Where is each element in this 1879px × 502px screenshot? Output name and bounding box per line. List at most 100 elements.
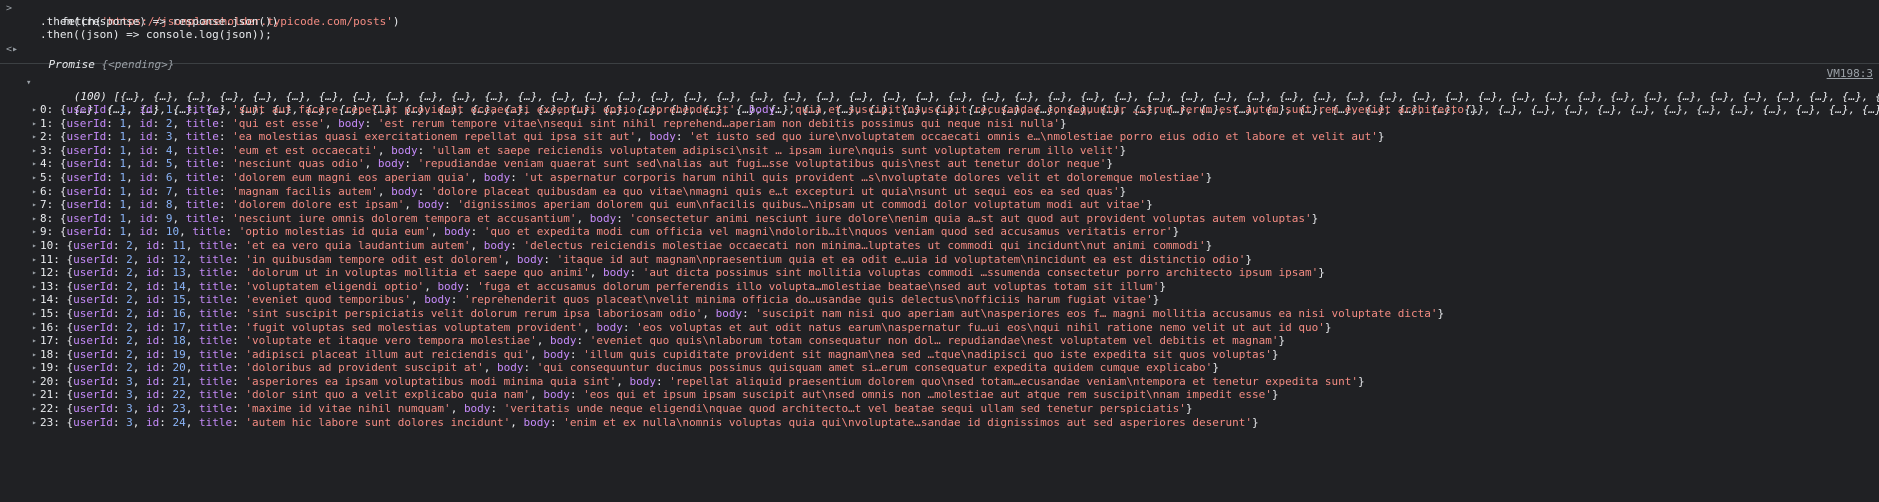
expand-arrow-icon[interactable]: ▸: [32, 157, 37, 171]
punc: ,: [470, 170, 484, 184]
punc: :: [218, 157, 233, 171]
expand-arrow-icon[interactable]: ▸: [32, 334, 37, 348]
expand-arrow-icon[interactable]: ▸: [32, 402, 37, 416]
key-userid: userId: [66, 198, 107, 212]
expand-arrow-icon[interactable]: ▸: [32, 171, 37, 185]
value-body: 'eos voluptas et aut odit natus earum\na…: [636, 320, 1325, 334]
expand-arrow-icon[interactable]: ▸: [32, 103, 37, 117]
table-row[interactable]: ▸ 19: {userId: 2, id: 20, title: 'dolorib…: [0, 361, 1879, 375]
punc: : {: [53, 238, 74, 252]
expand-arrow-icon[interactable]: ▸: [32, 348, 37, 362]
punc: :: [106, 198, 120, 212]
row-index: 23: [40, 415, 54, 429]
expand-arrow-icon[interactable]: ▸: [32, 266, 37, 280]
row-index: 13: [40, 279, 54, 293]
expand-arrow-icon[interactable]: ▸: [32, 361, 37, 375]
punc: ,: [377, 184, 392, 198]
table-row[interactable]: ▸ 8: {userId: 1, id: 9, title: 'nesciunt …: [0, 212, 1879, 226]
table-row[interactable]: ▸ 13: {userId: 2, id: 14, title: 'volupta…: [0, 280, 1879, 294]
table-row[interactable]: ▸ 18: {userId: 2, id: 19, title: 'adipisc…: [0, 348, 1879, 362]
command-line-2[interactable]: .then((response) => response.json()): [0, 15, 1879, 28]
value-title: 'ea molestias quasi exercitationem repel…: [232, 130, 637, 144]
table-row[interactable]: ▸ 12: {userId: 2, id: 13, title: 'dolorum…: [0, 266, 1879, 280]
value-body: 'est rerum tempore vitae\nsequi sint nih…: [377, 116, 1060, 130]
key-userid: userId: [66, 184, 107, 198]
command-line-3[interactable]: .then((json) => console.log(json));: [0, 28, 1879, 41]
punc: :: [616, 211, 630, 225]
table-row[interactable]: ▸ 16: {userId: 2, id: 17, title: 'fugit v…: [0, 321, 1879, 335]
table-row[interactable]: ▸ 14: {userId: 2, id: 15, title: 'eveniet…: [0, 293, 1879, 307]
key-id: id: [139, 225, 153, 239]
value-id: 11: [172, 238, 186, 252]
expand-arrow-icon[interactable]: ▸: [32, 185, 37, 199]
expand-arrow-icon[interactable]: ▸: [32, 416, 37, 430]
row-index: 8: [40, 211, 47, 225]
table-row[interactable]: ▸ 0: {userId: 1, id: 1, title: 'sunt aut …: [0, 103, 1879, 117]
key-id: id: [139, 130, 153, 144]
table-row[interactable]: ▸ 21: {userId: 3, id: 22, title: 'dolor s…: [0, 388, 1879, 402]
punc: ,: [126, 225, 140, 239]
table-row[interactable]: ▸ 15: {userId: 2, id: 16, title: 'sint su…: [0, 307, 1879, 321]
key-userid: userId: [73, 279, 113, 293]
punc: :: [232, 402, 246, 416]
table-row[interactable]: ▸ 3: {userId: 1, id: 4, title: 'eum et es…: [0, 144, 1879, 158]
expand-arrow-icon[interactable]: ▸: [32, 375, 37, 389]
table-row[interactable]: ▸ 20: {userId: 3, id: 21, title: 'asperio…: [0, 375, 1879, 389]
expand-arrow-icon[interactable]: ▸: [32, 212, 37, 226]
expand-arrow-icon[interactable]: ▸: [32, 144, 37, 158]
punc: :: [218, 170, 233, 184]
expand-arrow-icon[interactable]: ▸: [32, 388, 37, 402]
punc: :: [470, 225, 484, 239]
punc: ,: [364, 157, 378, 171]
expand-arrow-icon[interactable]: ▸: [32, 293, 37, 307]
expand-arrow-icon[interactable]: ▸: [32, 239, 37, 253]
value-title: 'in quibusdam tempore odit est dolorem': [245, 252, 504, 266]
value-id: 16: [172, 306, 186, 320]
punc: ,: [185, 347, 199, 361]
table-row[interactable]: ▸ 9: {userId: 1, id: 10, title: 'optio mo…: [0, 225, 1879, 239]
expand-arrow-icon[interactable]: ▸: [32, 130, 37, 144]
key-id: id: [146, 347, 160, 361]
table-row[interactable]: ▸ 23: {userId: 3, id: 24, title: 'autem h…: [0, 416, 1879, 430]
table-row[interactable]: ▸ 2: {userId: 1, id: 3, title: 'ea molest…: [0, 130, 1879, 144]
value-id: 2: [165, 116, 173, 130]
table-row[interactable]: ▸ 7: {userId: 1, id: 8, title: 'dolorem d…: [0, 198, 1879, 212]
expand-arrow-icon[interactable]: ▸: [32, 198, 37, 212]
row-index: 16: [40, 320, 54, 334]
expand-arrow-icon[interactable]: ▸: [32, 307, 37, 321]
expand-arrow-icon[interactable]: ▸: [32, 321, 37, 335]
key-id: id: [146, 293, 160, 307]
punc: :: [218, 116, 233, 130]
key-title: title: [185, 157, 219, 171]
key-title: title: [199, 334, 233, 348]
table-row[interactable]: ▸ 1: {userId: 1, id: 2, title: 'qui est e…: [0, 117, 1879, 131]
punc: :: [112, 252, 127, 266]
punc: ,: [735, 103, 749, 116]
expand-arrow-icon[interactable]: ▸: [32, 253, 37, 267]
punc: ,: [636, 130, 650, 144]
expand-arrow-icon[interactable]: ▸: [32, 117, 37, 131]
punc: }: [1159, 279, 1166, 293]
command-line-1[interactable]: > fetch('https://jsonplaceholder.typicode…: [0, 2, 1879, 28]
table-row[interactable]: ▸ 17: {userId: 2, id: 18, title: 'volupta…: [0, 334, 1879, 348]
table-row[interactable]: ▸ 6: {userId: 1, id: 7, title: 'magnam fa…: [0, 185, 1879, 199]
promise-result[interactable]: <▸ Promise {<pending>}: [0, 43, 1879, 71]
value-id: 15: [172, 293, 186, 307]
array-summary-line-1[interactable]: ▾ (100) [{…}, {…}, {…}, {…}, {…}, {…}, {……: [0, 77, 1879, 103]
key-title: title: [199, 347, 233, 361]
result-expand-icon[interactable]: <▸: [6, 43, 18, 56]
collapse-arrow-icon[interactable]: ▾: [26, 77, 31, 90]
table-row[interactable]: ▸ 11: {userId: 2, id: 12, title: 'in quib…: [0, 253, 1879, 267]
table-row[interactable]: ▸ 5: {userId: 1, id: 6, title: 'dolorem e…: [0, 171, 1879, 185]
punc: ,: [450, 402, 464, 416]
expand-arrow-icon[interactable]: ▸: [32, 225, 37, 239]
table-row[interactable]: ▸ 4: {userId: 1, id: 5, title: 'nesciunt …: [0, 157, 1879, 171]
expand-arrow-icon[interactable]: ▸: [32, 280, 37, 294]
table-row[interactable]: ▸ 10: {userId: 2, id: 11, title: 'et ea v…: [0, 239, 1879, 253]
value-userid: 3: [126, 388, 133, 402]
table-row[interactable]: ▸ 22: {userId: 3, id: 23, title: 'maxime …: [0, 402, 1879, 416]
punc: : {: [53, 347, 74, 361]
punc: :: [675, 130, 690, 144]
punc: : {: [53, 402, 74, 416]
key-id: id: [139, 170, 153, 184]
